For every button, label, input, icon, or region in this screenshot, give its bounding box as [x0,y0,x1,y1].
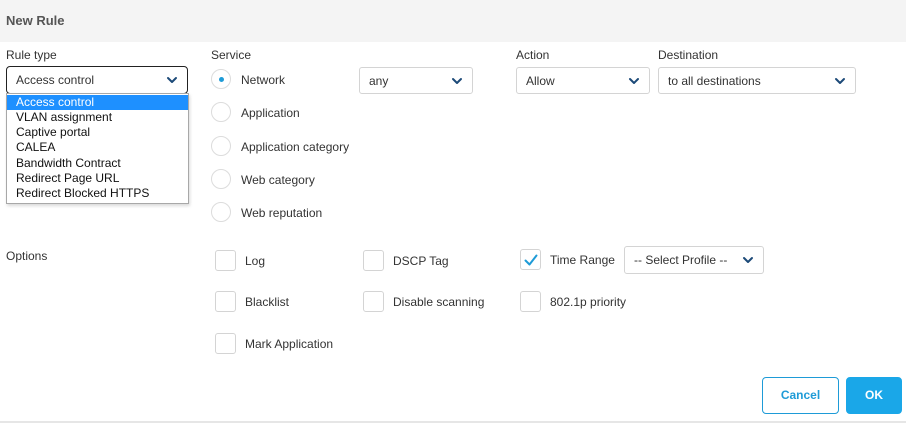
dialog-title: New Rule [6,13,65,28]
chevron-down-icon [629,78,639,84]
radio-application-category[interactable] [211,136,231,156]
time-range-label: Time Range [550,253,615,267]
log-label: Log [245,254,266,268]
dropdown-option-calea[interactable]: CALEA [7,140,188,155]
dropdown-option-access-control[interactable]: Access control [7,95,188,110]
radio-web-reputation-label: Web reputation [241,206,323,220]
blacklist-checkbox[interactable] [215,291,236,312]
cancel-button[interactable]: Cancel [762,377,839,414]
radio-web-reputation[interactable] [211,202,231,222]
disable-scanning-label: Disable scanning [393,295,485,309]
time-range-checkbox[interactable] [520,249,541,270]
time-range-profile-select[interactable]: -- Select Profile -- [624,246,764,274]
mark-application-label: Mark Application [245,337,334,351]
rule-type-label: Rule type [6,48,57,62]
mark-application-checkbox[interactable] [215,333,236,354]
radio-network[interactable] [211,69,231,89]
radio-web-category-label: Web category [241,173,315,187]
destination-label: Destination [658,48,719,62]
ok-button[interactable]: OK [846,377,902,414]
options-label: Options [6,249,48,263]
destination-select[interactable]: to all destinations [658,67,856,94]
dropdown-option-redirect-page-url[interactable]: Redirect Page URL [7,171,188,186]
network-select[interactable]: any [359,67,473,94]
action-label: Action [516,48,550,62]
service-label: Service [211,48,252,62]
destination-select-value: to all destinations [668,74,761,88]
chevron-down-icon [167,77,177,83]
radio-web-category[interactable] [211,169,231,189]
radio-network-label: Network [241,73,286,87]
time-range-profile-value: -- Select Profile -- [634,253,728,267]
dropdown-option-vlan-assignment[interactable]: VLAN assignment [7,110,188,125]
dscp-tag-checkbox[interactable] [363,250,384,271]
dscp-tag-label: DSCP Tag [393,254,449,268]
priority-label: 802.1p priority [550,295,627,309]
dropdown-option-bandwidth-contract[interactable]: Bandwidth Contract [7,156,188,171]
disable-scanning-checkbox[interactable] [363,291,384,312]
dialog-header: New Rule [0,0,906,42]
log-checkbox[interactable] [215,250,236,271]
chevron-down-icon [743,257,753,263]
dropdown-option-redirect-blocked-https[interactable]: Redirect Blocked HTTPS [7,186,188,201]
radio-application[interactable] [211,102,231,122]
blacklist-label: Blacklist [245,295,290,309]
radio-application-category-label: Application category [241,140,350,154]
network-select-value: any [369,74,389,88]
action-select-value: Allow [526,74,555,88]
rule-type-value: Access control [16,73,95,87]
action-select[interactable]: Allow [516,67,650,94]
rule-type-dropdown: Access control VLAN assignment Captive p… [6,93,189,204]
priority-checkbox[interactable] [520,291,541,312]
radio-application-label: Application [241,106,300,120]
chevron-down-icon [452,78,462,84]
chevron-down-icon [835,78,845,84]
checkmark-icon [524,254,538,266]
rule-type-select[interactable]: Access control [6,66,188,94]
dropdown-option-captive-portal[interactable]: Captive portal [7,125,188,140]
